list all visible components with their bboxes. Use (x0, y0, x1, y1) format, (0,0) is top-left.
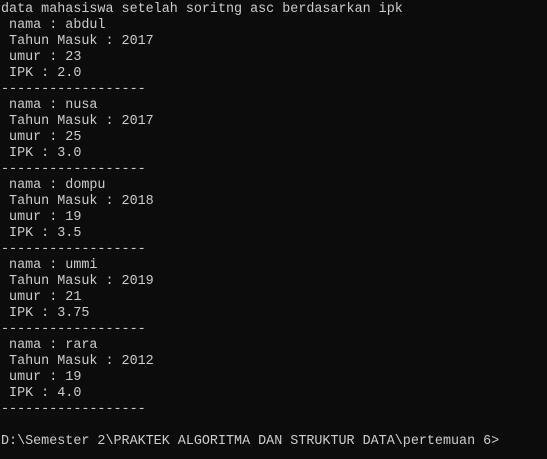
record-nama: nama : abdul (1, 18, 106, 33)
record-umur: umur : 21 (1, 290, 82, 305)
record-tahun-masuk: Tahun Masuk : 2017 (1, 114, 154, 129)
record-ipk: IPK : 2.0 (1, 66, 82, 81)
command-prompt[interactable]: D:\Semester 2\PRAKTEK ALGORITMA DAN STRU… (1, 434, 547, 450)
output-header: data mahasiswa setelah soritng asc berda… (1, 2, 403, 17)
console-window[interactable]: data mahasiswa setelah soritng asc berda… (0, 0, 547, 459)
record-umur: umur : 25 (1, 130, 82, 145)
record-tahun-masuk: Tahun Masuk : 2012 (1, 354, 154, 369)
record-0: nama : abdul Tahun Masuk : 2017 umur : 2… (1, 18, 547, 98)
record-tahun-masuk: Tahun Masuk : 2019 (1, 274, 154, 289)
record-ipk: IPK : 3.0 (1, 146, 82, 161)
record-nama: nama : nusa (1, 98, 98, 113)
record-umur: umur : 23 (1, 50, 82, 65)
record-1: nama : nusa Tahun Masuk : 2017 umur : 25… (1, 98, 547, 178)
record-separator: ------------------ (1, 242, 146, 257)
record-2: nama : dompu Tahun Masuk : 2018 umur : 1… (1, 178, 547, 258)
record-umur: umur : 19 (1, 210, 82, 225)
record-ipk: IPK : 3.5 (1, 226, 82, 241)
record-nama: nama : rara (1, 338, 98, 353)
record-tahun-masuk: Tahun Masuk : 2018 (1, 194, 154, 209)
record-nama: nama : dompu (1, 178, 106, 193)
record-ipk: IPK : 4.0 (1, 386, 82, 401)
record-ipk: IPK : 3.75 (1, 306, 90, 321)
record-separator: ------------------ (1, 82, 146, 97)
record-tahun-masuk: Tahun Masuk : 2017 (1, 34, 154, 49)
record-separator: ------------------ (1, 402, 146, 417)
record-3: nama : ummi Tahun Masuk : 2019 umur : 21… (1, 258, 547, 338)
record-4: nama : rara Tahun Masuk : 2012 umur : 19… (1, 338, 547, 418)
record-separator: ------------------ (1, 162, 146, 177)
record-nama: nama : ummi (1, 258, 98, 273)
record-separator: ------------------ (1, 322, 146, 337)
record-umur: umur : 19 (1, 370, 82, 385)
